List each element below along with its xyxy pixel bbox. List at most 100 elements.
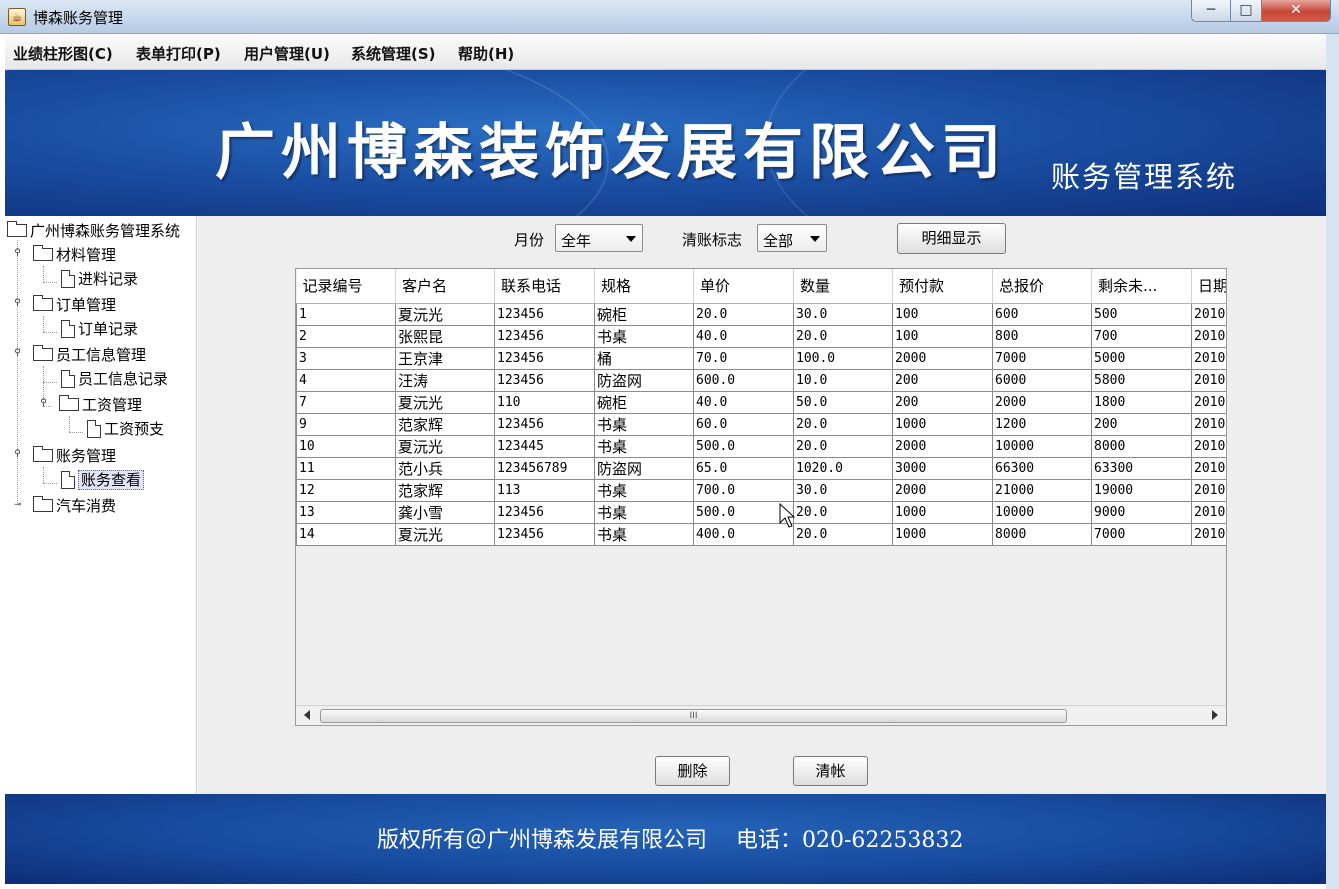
table-cell[interactable]: 20.0 — [793, 500, 893, 524]
table-cell[interactable]: 夏沅光 — [395, 522, 495, 546]
table-cell[interactable]: 2000 — [992, 390, 1092, 414]
table-cell[interactable]: 2000 — [892, 434, 993, 458]
column-header[interactable]: 日期 — [1191, 269, 1226, 304]
table-cell[interactable]: 书桌 — [594, 324, 694, 348]
table-cell[interactable]: 800 — [992, 324, 1092, 348]
table-cell[interactable]: 5000 — [1091, 346, 1192, 370]
table-cell[interactable]: 123456 — [494, 522, 595, 546]
table-cell[interactable]: 碗柜 — [594, 302, 694, 326]
table-cell[interactable]: 夏沅光 — [395, 390, 495, 414]
table-cell[interactable]: 113 — [494, 478, 595, 502]
table-cell[interactable]: 123456 — [494, 412, 595, 436]
table-cell[interactable]: 2010 — [1191, 434, 1226, 458]
table-cell[interactable]: 2010 — [1191, 302, 1226, 326]
table-cell[interactable]: 1000 — [892, 412, 993, 436]
table-cell[interactable]: 2010 — [1191, 368, 1226, 392]
column-header[interactable]: 客户名 — [395, 269, 495, 304]
table-cell[interactable]: 王京津 — [395, 346, 495, 370]
tree-item-salary-advance[interactable]: 工资预支 — [87, 418, 164, 440]
table-cell[interactable]: 19000 — [1091, 478, 1192, 502]
scroll-right-arrow-icon[interactable] — [1212, 710, 1218, 720]
table-row[interactable]: 9 范家辉 123456 书桌 60.0 20.0 1000 1200 200 2010 — [296, 412, 1226, 436]
table-cell[interactable]: 50.0 — [793, 390, 893, 414]
table-cell[interactable]: 1000 — [892, 500, 993, 524]
table-cell[interactable]: 桶 — [594, 346, 694, 370]
table-cell[interactable]: 500.0 — [693, 434, 794, 458]
table-cell[interactable]: 1000 — [892, 522, 993, 546]
delete-button[interactable]: 删除 — [655, 756, 730, 786]
tree-item-employee-info[interactable]: 员工信息管理 — [33, 344, 146, 366]
table-cell[interactable]: 13 — [296, 500, 396, 524]
column-header[interactable]: 数量 — [793, 269, 893, 304]
table-cell[interactable]: 10000 — [992, 434, 1092, 458]
table-cell[interactable]: 100 — [892, 324, 993, 348]
expand-handle-icon[interactable]: ⚲ — [13, 249, 22, 258]
scrollbar-thumb[interactable]: III — [320, 709, 1067, 723]
column-header[interactable]: 剩余未... — [1091, 269, 1192, 304]
table-cell[interactable]: 20.0 — [793, 412, 893, 436]
menu-help[interactable]: 帮助(H) — [458, 43, 514, 64]
table-cell[interactable]: 夏沅光 — [395, 302, 495, 326]
table-cell[interactable]: 8000 — [992, 522, 1092, 546]
table-cell[interactable]: 30.0 — [793, 302, 893, 326]
table-cell[interactable]: 20.0 — [793, 522, 893, 546]
table-cell[interactable]: 40.0 — [693, 324, 794, 348]
table-cell[interactable]: 63300 — [1091, 456, 1192, 480]
table-cell[interactable]: 6000 — [992, 368, 1092, 392]
tree-item-employee-records[interactable]: 员工信息记录 — [61, 368, 168, 390]
table-cell[interactable]: 110 — [494, 390, 595, 414]
collapsed-handle-icon[interactable]: ⊸ — [13, 501, 22, 510]
table-row[interactable]: 14 夏沅光 123456 书桌 400.0 20.0 1000 8000 7000 2010 — [296, 522, 1226, 546]
column-header[interactable]: 记录编号 — [296, 269, 396, 304]
table-cell[interactable]: 500 — [1091, 302, 1192, 326]
table-cell[interactable]: 2000 — [892, 478, 993, 502]
close-button[interactable]: ✕ — [1261, 0, 1331, 22]
expand-handle-icon[interactable]: ⚲ — [13, 450, 22, 459]
tree-item-payroll[interactable]: 工资管理 — [59, 394, 142, 416]
table-cell[interactable]: 123456 — [494, 302, 595, 326]
table-cell[interactable]: 9 — [296, 412, 396, 436]
table-cell[interactable]: 7000 — [992, 346, 1092, 370]
table-row[interactable]: 3 王京津 123456 桶 70.0 100.0 2000 7000 5000 2010 — [296, 346, 1226, 370]
table-cell[interactable]: 20.0 — [793, 434, 893, 458]
table-cell[interactable]: 21000 — [992, 478, 1092, 502]
tree-item-accounts[interactable]: 账务管理 — [33, 445, 116, 467]
column-header[interactable]: 总报价 — [992, 269, 1092, 304]
column-header[interactable]: 联系电话 — [494, 269, 595, 304]
table-cell[interactable]: 5800 — [1091, 368, 1192, 392]
table-cell[interactable]: 范小兵 — [395, 456, 495, 480]
table-cell[interactable]: 书桌 — [594, 522, 694, 546]
table-cell[interactable]: 书桌 — [594, 412, 694, 436]
tree-item-account-view[interactable]: 账务查看 — [61, 469, 145, 491]
table-cell[interactable]: 123456 — [494, 346, 595, 370]
table-cell[interactable]: 7 — [296, 390, 396, 414]
detail-display-button[interactable]: 明细显示 — [897, 223, 1006, 254]
table-cell[interactable]: 8000 — [1091, 434, 1192, 458]
table-cell[interactable]: 10 — [296, 434, 396, 458]
table-cell[interactable]: 夏沅光 — [395, 434, 495, 458]
table-cell[interactable]: 范家辉 — [395, 478, 495, 502]
column-header[interactable]: 规格 — [594, 269, 694, 304]
table-cell[interactable]: 10.0 — [793, 368, 893, 392]
table-cell[interactable]: 范家辉 — [395, 412, 495, 436]
table-cell[interactable]: 200 — [892, 368, 993, 392]
month-select[interactable]: 全年 — [555, 224, 643, 252]
table-cell[interactable]: 2010 — [1191, 346, 1226, 370]
table-cell[interactable]: 2010 — [1191, 500, 1226, 524]
table-cell[interactable]: 书桌 — [594, 478, 694, 502]
tree-root[interactable]: 广州博森账务管理系统 — [7, 220, 180, 242]
table-cell[interactable]: 60.0 — [693, 412, 794, 436]
table-row[interactable]: 7 夏沅光 110 碗柜 40.0 50.0 200 2000 1800 2010 — [296, 390, 1226, 414]
tree-item-material-records[interactable]: 进料记录 — [61, 268, 138, 290]
table-cell[interactable]: 防盗网 — [594, 456, 694, 480]
table-cell[interactable]: 600.0 — [693, 368, 794, 392]
table-cell[interactable]: 书桌 — [594, 500, 694, 524]
table-cell[interactable]: 2010 — [1191, 390, 1226, 414]
expand-handle-icon[interactable]: ⚲ — [39, 399, 48, 408]
table-cell[interactable]: 9000 — [1091, 500, 1192, 524]
menu-system-management[interactable]: 系统管理(S) — [351, 43, 436, 64]
tree-item-orders[interactable]: 订单管理 — [33, 294, 116, 316]
tree-item-materials[interactable]: 材料管理 — [33, 244, 116, 266]
table-cell[interactable]: 碗柜 — [594, 390, 694, 414]
table-cell[interactable]: 123456 — [494, 324, 595, 348]
